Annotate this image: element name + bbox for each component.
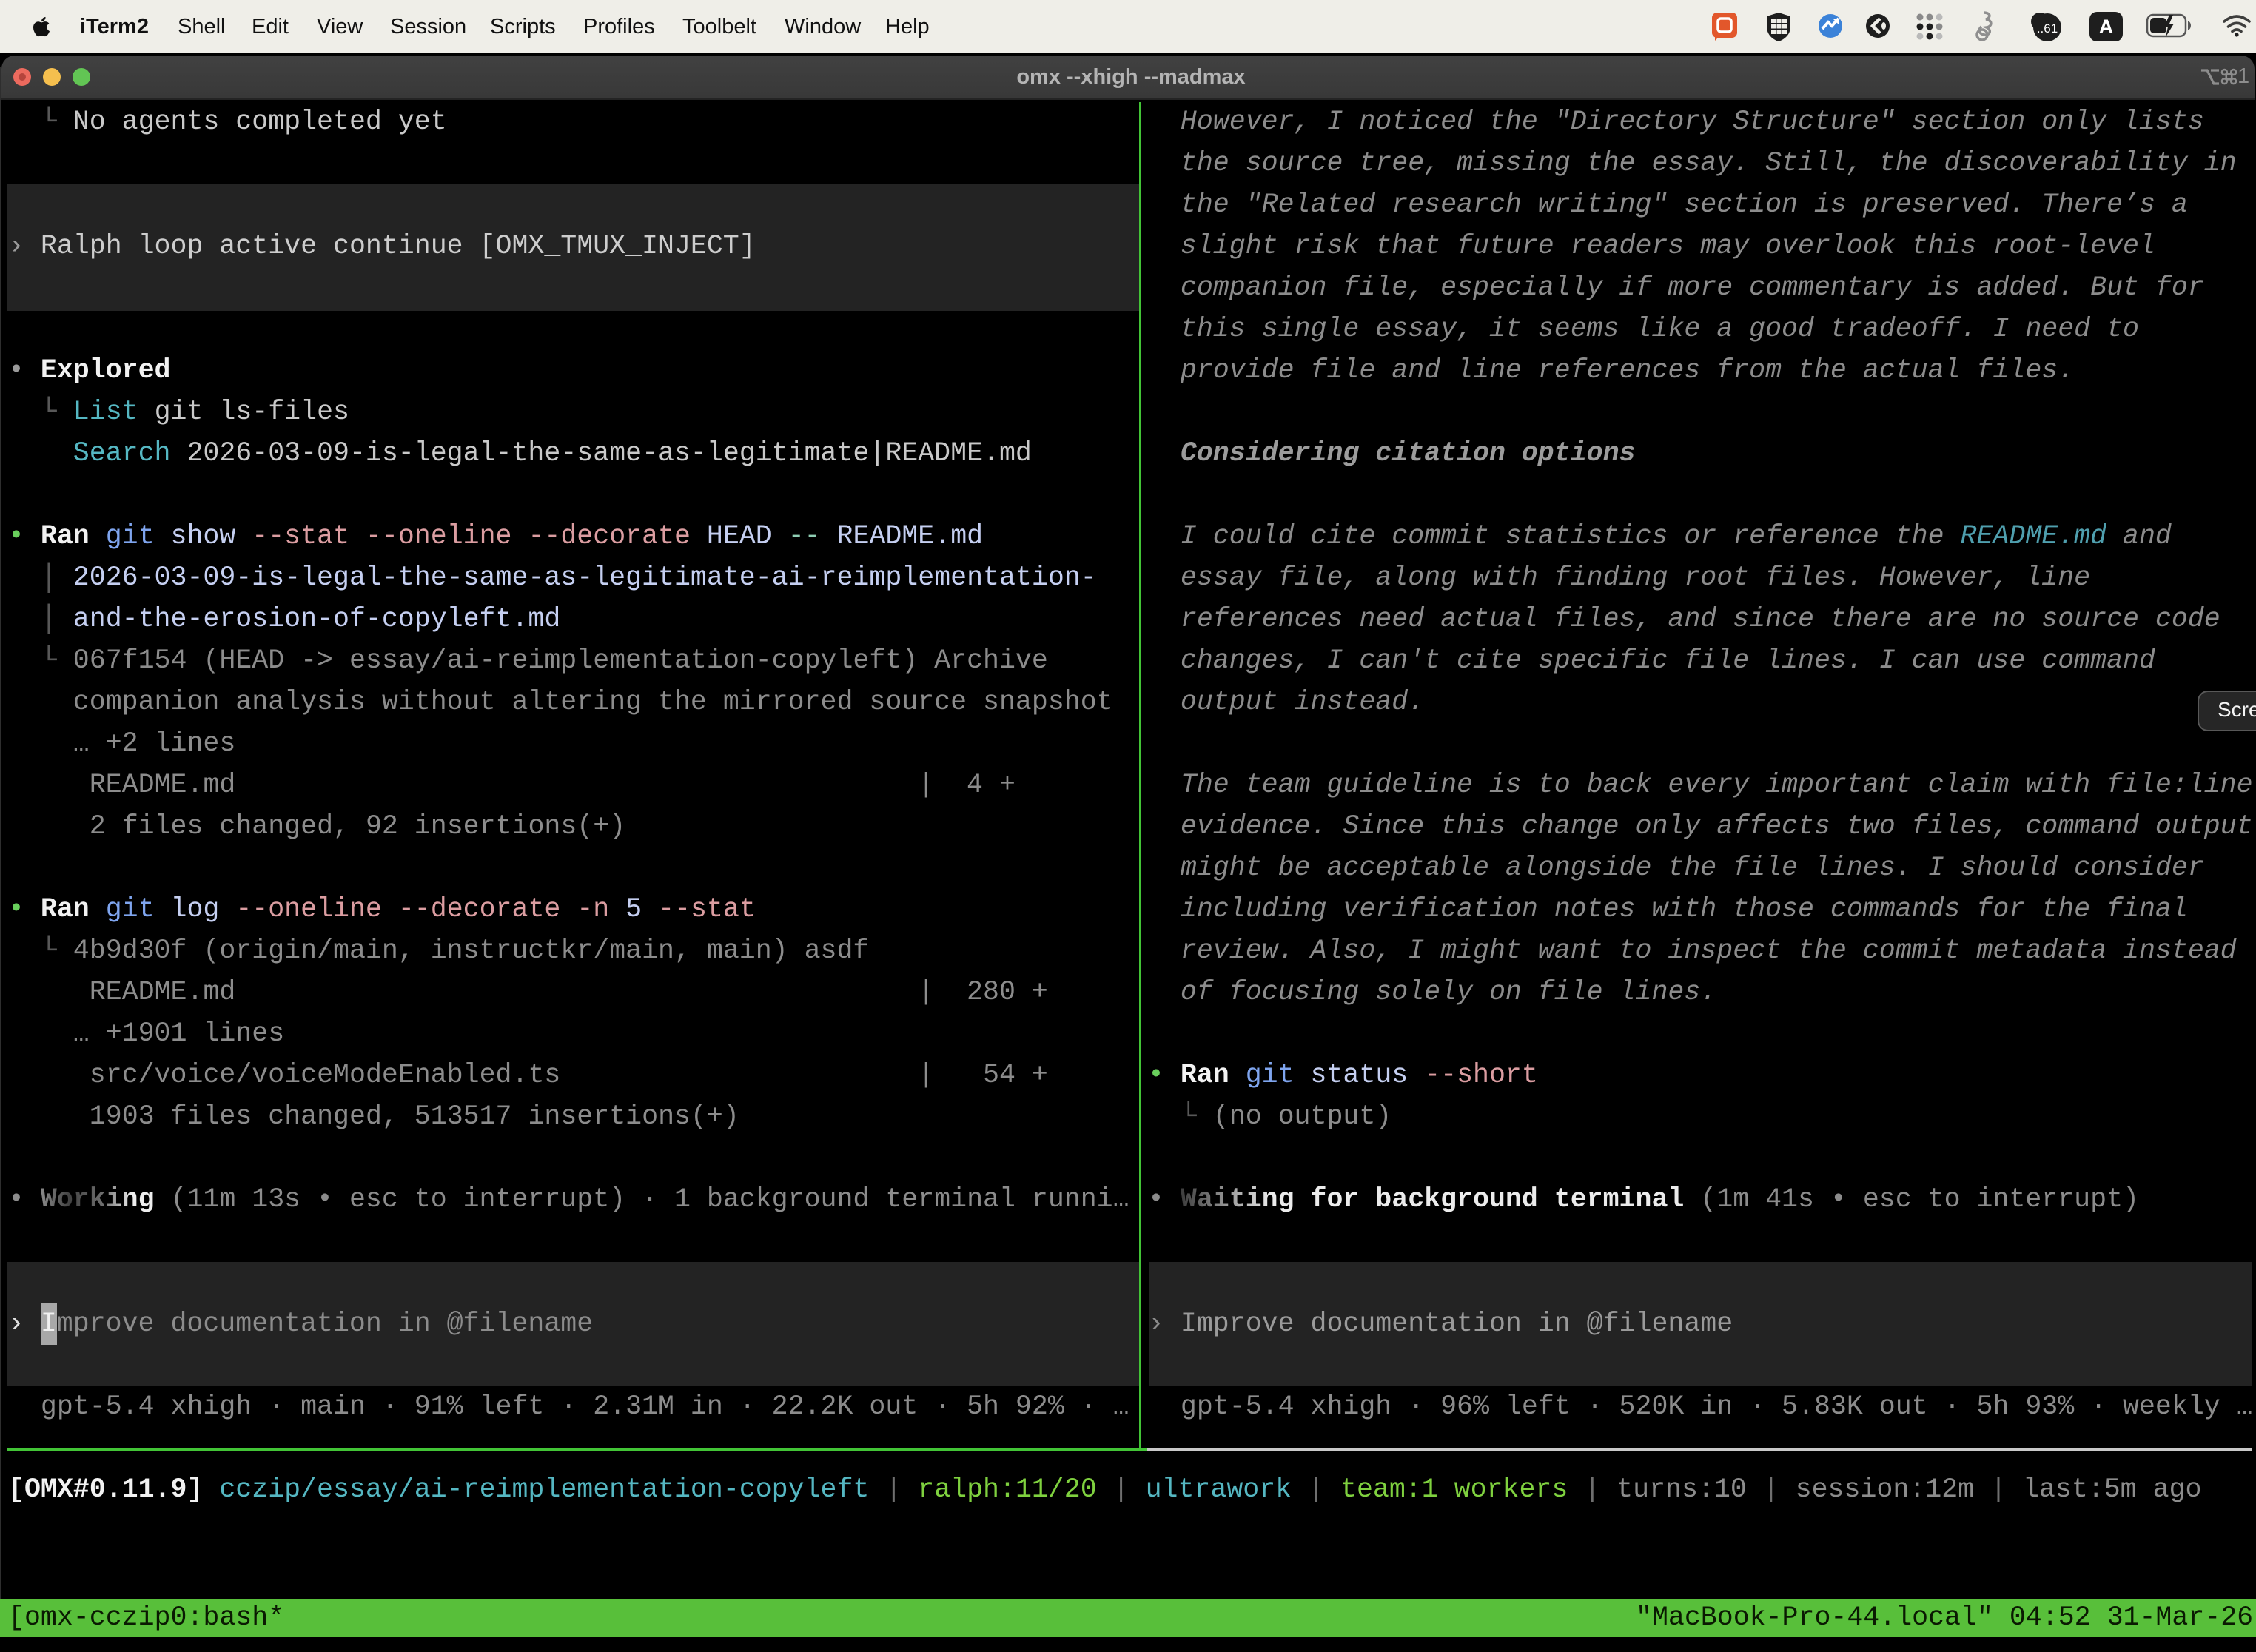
svg-text:..61: ..61 bbox=[2037, 21, 2058, 36]
